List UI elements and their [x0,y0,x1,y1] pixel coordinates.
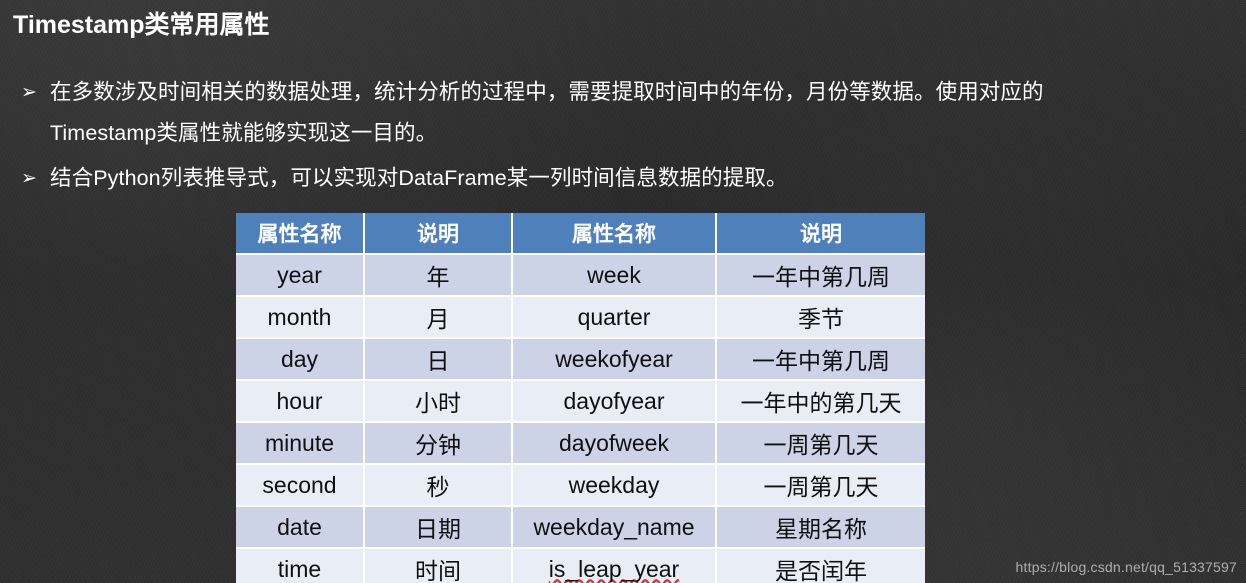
bullet-text-2: 结合Python列表推导式，可以实现对DataFrame某一列时间信息数据的提取… [50,158,1243,199]
cell-desc-2: 一年中第几周 [716,338,925,381]
table-row: hour 小时 dayofyear 一年中的第几天 [236,380,925,423]
cell-desc-1: 分钟 [364,422,513,465]
list-item: ➢ 结合Python列表推导式，可以实现对DataFrame某一列时间信息数据的… [8,158,1243,199]
cell-desc-2: 一年中的第几天 [716,380,925,423]
cell-desc-2: 季节 [716,296,925,339]
slide-canvas: Timestamp类常用属性 ➢ 在多数涉及时间相关的数据处理，统计分析的过程中… [0,0,1246,583]
column-header-attr-2: 属性名称 [512,213,717,255]
cell-desc-1: 日 [364,338,513,381]
table-header-row: 属性名称 说明 属性名称 说明 [236,213,925,255]
table-body: year 年 week 一年中第几周 month 月 quarter 季节 day 日 weekof… [236,254,925,583]
misspelled-token: is_leap_year [548,555,680,582]
cell-attr-2: weekday [512,464,717,507]
column-header-attr-1: 属性名称 [236,213,365,255]
attributes-table: 属性名称 说明 属性名称 说明 year 年 week 一年中第几周 month 月 qua… [236,213,925,583]
arrow-bullet-icon: ➢ [21,167,37,189]
cell-attr-1: second [236,464,365,507]
cell-attr-1: day [236,338,365,381]
cell-attr-1: month [236,296,365,339]
table-header: 属性名称 说明 属性名称 说明 [236,213,925,255]
table-row: month 月 quarter 季节 [236,296,925,339]
cell-desc-1: 日期 [364,506,513,549]
list-item: ➢ 在多数涉及时间相关的数据处理，统计分析的过程中，需要提取时间中的年份，月份等… [8,72,1243,154]
cell-attr-2: weekofyear [512,338,717,381]
cell-attr-1: minute [236,422,365,465]
cell-desc-1: 秒 [364,464,513,507]
table-row: time 时间 is_leap_year 是否闰年 [236,548,925,583]
table-row: second 秒 weekday 一周第几天 [236,464,925,507]
cell-attr-1: year [236,254,365,297]
table-row: date 日期 weekday_name 星期名称 [236,506,925,549]
table-row: day 日 weekofyear 一年中第几周 [236,338,925,381]
cell-desc-2: 是否闰年 [716,548,925,583]
watermark-url: https://blog.csdn.net/qq_51337597 [1015,559,1237,575]
cell-attr-2: is_leap_year [512,548,717,583]
bullet-text-1-line1: 在多数涉及时间相关的数据处理，统计分析的过程中，需要提取时间中的年份，月份等数据… [50,80,1044,104]
cell-attr-1: date [236,506,365,549]
arrow-bullet-icon: ➢ [21,81,37,103]
cell-desc-2: 星期名称 [716,506,925,549]
table-row: year 年 week 一年中第几周 [236,254,925,297]
bullet-list: ➢ 在多数涉及时间相关的数据处理，统计分析的过程中，需要提取时间中的年份，月份等… [8,72,1243,199]
cell-attr-2: quarter [512,296,717,339]
attributes-table-container: 属性名称 说明 属性名称 说明 year 年 week 一年中第几周 month 月 qua… [236,213,925,583]
cell-desc-1: 小时 [364,380,513,423]
cell-attr-1: hour [236,380,365,423]
cell-desc-1: 时间 [364,548,513,583]
cell-desc-1: 月 [364,296,513,339]
cell-attr-2: weekday_name [512,506,717,549]
cell-attr-2: week [512,254,717,297]
bullet-text-1: 在多数涉及时间相关的数据处理，统计分析的过程中，需要提取时间中的年份，月份等数据… [50,72,1243,154]
cell-desc-2: 一年中第几周 [716,254,925,297]
table-row: minute 分钟 dayofweek 一周第几天 [236,422,925,465]
cell-desc-1: 年 [364,254,513,297]
cell-attr-2: dayofweek [512,422,717,465]
cell-attr-2: dayofyear [512,380,717,423]
cell-desc-2: 一周第几天 [716,464,925,507]
cell-desc-2: 一周第几天 [716,422,925,465]
bullet-text-2-line1: 结合Python列表推导式，可以实现对DataFrame某一列时间信息数据的提取… [50,166,788,190]
cell-attr-1: time [236,548,365,583]
column-header-desc-2: 说明 [716,213,925,255]
column-header-desc-1: 说明 [364,213,513,255]
page-title: Timestamp类常用属性 [13,11,270,39]
bullet-text-1-line2: Timestamp类属性就能够实现这一目的。 [50,121,438,145]
